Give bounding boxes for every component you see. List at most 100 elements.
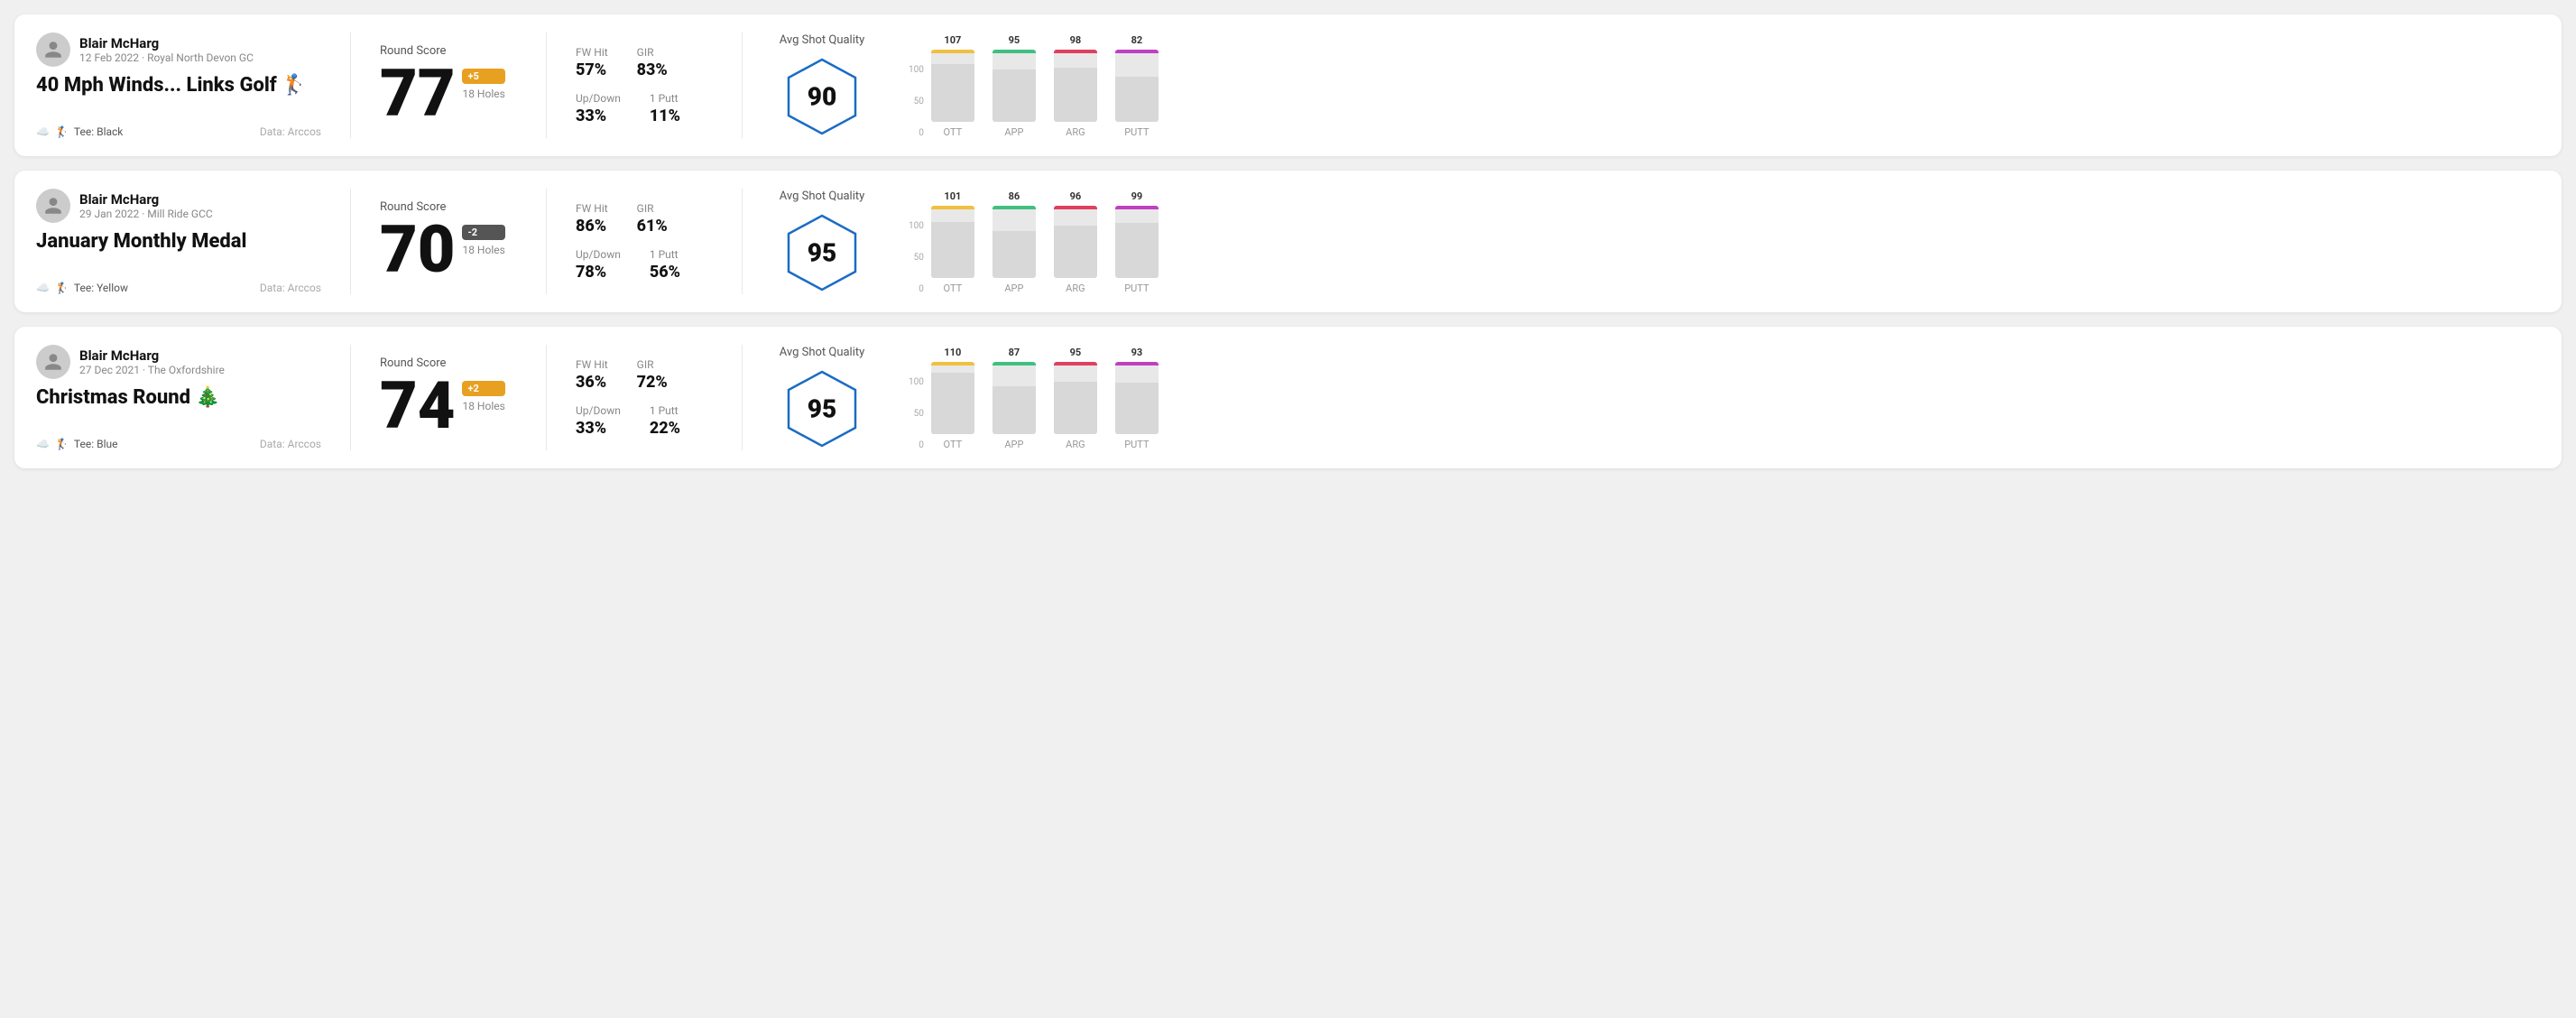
bar-group-arg: 96 ARG	[1054, 189, 1097, 294]
weather-icon: ☁️	[36, 125, 50, 138]
user-row: Blair McHarg 27 Dec 2021 · The Oxfordshi…	[36, 345, 321, 379]
fw-hit-value: 86%	[576, 217, 608, 236]
y-axis: 100 50 0	[909, 378, 924, 450]
chart-section: 100 50 0 101 OTT 86 APP	[894, 189, 2540, 294]
up-down-label: Up/Down	[576, 248, 621, 261]
one-putt-value: 22%	[650, 419, 680, 438]
hexagon-container: 95	[781, 212, 863, 293]
quality-label: Avg Shot Quality	[780, 190, 865, 203]
gir-label: GIR	[637, 358, 668, 371]
fw-hit-label: FW Hit	[576, 46, 608, 59]
stats-row-top: FW Hit 36% GIR 72%	[576, 358, 713, 392]
weather-icon: ☁️	[36, 438, 50, 450]
gir-value: 72%	[637, 373, 668, 392]
bar-body	[931, 50, 974, 122]
tee-label: Tee: Yellow	[74, 282, 128, 294]
quality-label: Avg Shot Quality	[780, 346, 865, 359]
bar-body	[993, 50, 1036, 122]
bag-icon: 🏌	[55, 438, 69, 450]
divider-1	[350, 345, 351, 450]
bar-chart: 100 50 0 101 OTT 86 APP	[909, 189, 2540, 294]
round-title: Christmas Round 🎄	[36, 386, 321, 409]
stats-section: FW Hit 57% GIR 83% Up/Down 33% 1 Putt 11…	[554, 32, 734, 138]
avatar	[36, 345, 70, 379]
y-axis: 100 50 0	[909, 66, 924, 138]
bottom-row: ☁️ 🏌 Tee: Yellow Data: Arccos	[36, 282, 321, 294]
left-section: Blair McHarg 27 Dec 2021 · The Oxfordshi…	[36, 345, 343, 450]
hex-score: 90	[808, 82, 836, 112]
stats-section: FW Hit 36% GIR 72% Up/Down 33% 1 Putt 22…	[554, 345, 734, 450]
stats-section: FW Hit 86% GIR 61% Up/Down 78% 1 Putt 56…	[554, 189, 734, 294]
stats-row-top: FW Hit 86% GIR 61%	[576, 202, 713, 236]
one-putt-stat: 1 Putt 56%	[650, 248, 680, 282]
data-source: Data: Arccos	[260, 282, 321, 294]
one-putt-stat: 1 Putt 11%	[650, 92, 680, 125]
divider-1	[350, 32, 351, 138]
bar-chart: 100 50 0 110 OTT 87 APP	[909, 345, 2540, 450]
hex-score: 95	[808, 394, 836, 424]
bar-group-putt: 99 PUTT	[1115, 189, 1159, 294]
tee-info: ☁️ 🏌 Tee: Yellow	[36, 282, 128, 294]
left-section: Blair McHarg 12 Feb 2022 · Royal North D…	[36, 32, 343, 138]
gir-stat: GIR 83%	[637, 46, 668, 79]
avatar	[36, 189, 70, 223]
score-main: 77 +5 18 Holes	[380, 61, 517, 126]
bar-body	[1054, 50, 1097, 122]
weather-icon: ☁️	[36, 282, 50, 294]
fw-hit-stat: FW Hit 57%	[576, 46, 608, 79]
divider-2	[546, 32, 547, 138]
quality-section: Avg Shot Quality 90	[750, 32, 894, 138]
player-name: Blair McHarg	[79, 191, 213, 208]
bar-group-putt: 93 PUTT	[1115, 345, 1159, 450]
round-card-2: Blair McHarg 29 Jan 2022 · Mill Ride GCC…	[14, 171, 2562, 312]
quality-section: Avg Shot Quality 95	[750, 345, 894, 450]
data-source: Data: Arccos	[260, 125, 321, 138]
bar-body	[1115, 206, 1159, 278]
up-down-stat: Up/Down 33%	[576, 92, 621, 125]
quality-label: Avg Shot Quality	[780, 33, 865, 47]
bar-group-ott: 107 OTT	[931, 32, 974, 138]
fw-hit-stat: FW Hit 36%	[576, 358, 608, 392]
bar-body	[1054, 362, 1097, 434]
stats-row-bottom: Up/Down 33% 1 Putt 11%	[576, 92, 713, 125]
up-down-value: 78%	[576, 263, 621, 282]
divider-3	[742, 189, 743, 294]
fw-hit-stat: FW Hit 86%	[576, 202, 608, 236]
one-putt-label: 1 Putt	[650, 92, 680, 105]
tee-info: ☁️ 🏌 Tee: Black	[36, 125, 123, 138]
chart-section: 100 50 0 110 OTT 87 APP	[894, 345, 2540, 450]
bar-group-arg: 95 ARG	[1054, 345, 1097, 450]
score-badge-holes: +5 18 Holes	[462, 61, 504, 100]
stats-row-bottom: Up/Down 33% 1 Putt 22%	[576, 404, 713, 438]
up-down-stat: Up/Down 78%	[576, 248, 621, 282]
score-number: 74	[380, 374, 455, 439]
score-number: 77	[380, 61, 455, 126]
score-diff-badge: -2	[462, 225, 504, 240]
user-info: Blair McHarg 27 Dec 2021 · The Oxfordshi…	[79, 347, 225, 376]
fw-hit-value: 57%	[576, 60, 608, 79]
holes-text: 18 Holes	[462, 244, 504, 256]
quality-section: Avg Shot Quality 95	[750, 189, 894, 294]
score-badge-holes: -2 18 Holes	[462, 217, 504, 256]
gir-value: 83%	[637, 60, 668, 79]
hexagon-container: 90	[781, 56, 863, 137]
player-name: Blair McHarg	[79, 35, 254, 51]
bar-group-app: 87 APP	[993, 345, 1036, 450]
user-row: Blair McHarg 12 Feb 2022 · Royal North D…	[36, 32, 321, 67]
bar-body	[993, 362, 1036, 434]
round-title: January Monthly Medal	[36, 230, 321, 253]
bar-group-ott: 101 OTT	[931, 189, 974, 294]
gir-stat: GIR 72%	[637, 358, 668, 392]
round-card-1: Blair McHarg 12 Feb 2022 · Royal North D…	[14, 14, 2562, 156]
score-main: 70 -2 18 Holes	[380, 217, 517, 282]
one-putt-stat: 1 Putt 22%	[650, 404, 680, 438]
hex-score: 95	[808, 238, 836, 268]
fw-hit-label: FW Hit	[576, 358, 608, 371]
score-main: 74 +2 18 Holes	[380, 374, 517, 439]
data-source: Data: Arccos	[260, 438, 321, 450]
bar-body	[993, 206, 1036, 278]
bar-body	[1115, 362, 1159, 434]
up-down-value: 33%	[576, 106, 621, 125]
player-name: Blair McHarg	[79, 347, 225, 364]
gir-stat: GIR 61%	[637, 202, 668, 236]
